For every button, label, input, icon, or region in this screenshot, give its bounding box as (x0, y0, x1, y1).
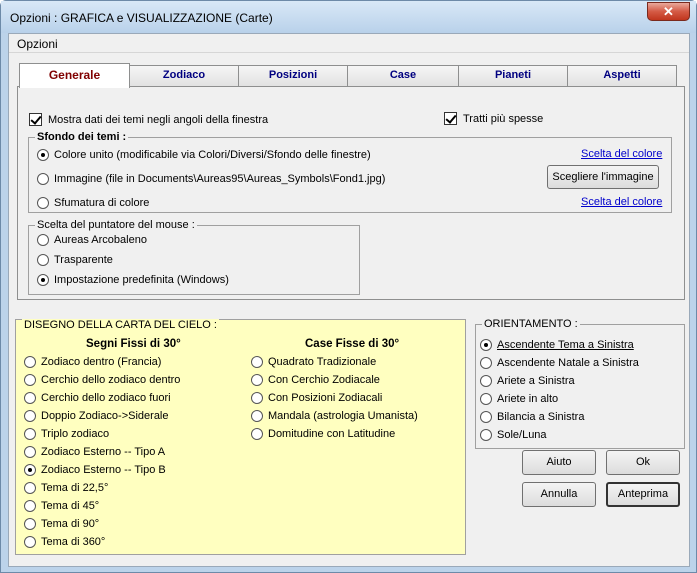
tab-case[interactable]: Case (347, 65, 459, 86)
orient-asc-natal-label: Ascendente Natale a Sinistra (497, 357, 639, 369)
pointer-transparent-radio[interactable] (37, 254, 49, 266)
house-option-label: Quadrato Tradizionale (268, 356, 377, 368)
window-title: Opzioni : GRAFICA e VISUALIZZAZIONE (Car… (10, 11, 273, 25)
sign-option-label: Zodiaco dentro (Francia) (41, 356, 162, 368)
bg-image-radio[interactable] (37, 173, 49, 185)
sign-option-radio[interactable] (24, 500, 36, 512)
sign-option-label: Zodiaco Esterno -- Tipo B (41, 464, 166, 476)
bg-image-label: Immagine (file in Documents\Aureas95\Aur… (54, 173, 386, 185)
menu-opzioni[interactable]: Opzioni (17, 37, 58, 51)
options-window: Opzioni : GRAFICA e VISUALIZZAZIONE (Car… (0, 0, 697, 573)
orient-asc-theme-label: Ascendente Tema a Sinistra (497, 339, 634, 351)
title-bar[interactable]: Opzioni : GRAFICA e VISUALIZZAZIONE (Car… (1, 1, 696, 33)
orient-libra-left-label: Bilancia a Sinistra (497, 411, 585, 423)
sign-option-label: Cerchio dello zodiaco fuori (41, 392, 171, 404)
orientation-group: ORIENTAMENTO : Ascendente Tema a Sinistr… (475, 318, 685, 449)
bg-gradient-radio[interactable] (37, 197, 49, 209)
tab-generale[interactable]: Generale (19, 63, 130, 88)
orient-libra-left-radio[interactable] (480, 411, 492, 423)
signs-header: Segni Fissi di 30° (86, 338, 181, 350)
pointer-rainbow-radio[interactable] (37, 234, 49, 246)
choose-image-button[interactable]: Scegliere l'immagine (547, 165, 659, 189)
close-icon: ✕ (663, 4, 674, 19)
tab-posizioni[interactable]: Posizioni (238, 65, 348, 86)
orient-aries-left-label: Ariete a Sinistra (497, 375, 575, 387)
tab-strip: Generale Zodiaco Posizioni Case Pianeti … (17, 63, 685, 88)
orient-sun-moon-radio[interactable] (480, 429, 492, 441)
sign-option-label: Tema di 360° (41, 536, 106, 548)
bg-gradient-color-link[interactable]: Scelta del colore (581, 196, 662, 208)
preview-button[interactable]: Anteprima (606, 482, 680, 507)
tab-zodiaco[interactable]: Zodiaco (129, 65, 239, 86)
sign-option-radio[interactable] (24, 482, 36, 494)
house-option-label: Domitudine con Latitudine (268, 428, 396, 440)
tab-aspetti[interactable]: Aspetti (567, 65, 677, 86)
house-option-radio[interactable] (251, 428, 263, 440)
pointer-rainbow-label: Aureas Arcobaleno (54, 234, 147, 246)
sign-option-label: Tema di 45° (41, 500, 100, 512)
menu-bar: Opzioni (9, 34, 689, 53)
pointer-group-title: Scelta del puntatore del mouse : (35, 219, 197, 231)
orient-sun-moon-label: Sole/Luna (497, 429, 547, 441)
sign-option-label: Tema di 22,5° (41, 482, 109, 494)
ok-button[interactable]: Ok (606, 450, 680, 475)
sign-option-radio[interactable] (24, 464, 36, 476)
pointer-transparent-label: Trasparente (54, 254, 113, 266)
tab-panel-generale: Mostra dati dei temi negli angoli della … (17, 86, 685, 300)
orient-asc-natal-radio[interactable] (480, 357, 492, 369)
sign-option-radio[interactable] (24, 410, 36, 422)
bg-solid-label: Colore unito (modificabile via Colori/Di… (54, 149, 371, 161)
houses-header: Case Fisse di 30° (305, 338, 400, 350)
sign-option-radio[interactable] (24, 536, 36, 548)
thick-lines-label: Tratti più spesse (463, 113, 544, 125)
sign-option-radio[interactable] (24, 374, 36, 386)
pointer-group: Scelta del puntatore del mouse : Aureas … (28, 219, 360, 295)
house-option-radio[interactable] (251, 392, 263, 404)
sign-option-radio[interactable] (24, 356, 36, 368)
sign-option-label: Tema di 90° (41, 518, 100, 530)
bg-solid-radio[interactable] (37, 149, 49, 161)
house-option-radio[interactable] (251, 374, 263, 386)
sign-option-radio[interactable] (24, 518, 36, 530)
house-option-label: Con Cerchio Zodiacale (268, 374, 380, 386)
sign-option-label: Cerchio dello zodiaco dentro (41, 374, 181, 386)
show-data-checkbox[interactable] (29, 113, 42, 126)
chart-drawing-title: DISEGNO DELLA CARTA DEL CIELO : (22, 319, 219, 331)
orient-aries-left-radio[interactable] (480, 375, 492, 387)
tab-pianeti[interactable]: Pianeti (458, 65, 568, 86)
pointer-default-radio[interactable] (37, 274, 49, 286)
orient-aries-top-label: Ariete in alto (497, 393, 559, 405)
thick-lines-checkbox[interactable] (444, 112, 457, 125)
background-group: Sfondo dei temi : Colore unito (modifica… (28, 131, 672, 213)
orient-aries-top-radio[interactable] (480, 393, 492, 405)
pointer-default-label: Impostazione predefinita (Windows) (54, 274, 229, 286)
sign-option-label: Triplo zodiaco (41, 428, 110, 440)
bg-gradient-label: Sfumatura di colore (54, 197, 150, 209)
client-area: Opzioni Generale Zodiaco Posizioni Case … (8, 33, 690, 567)
orient-asc-theme-radio[interactable] (480, 339, 492, 351)
sign-option-radio[interactable] (24, 446, 36, 458)
chart-drawing-group: DISEGNO DELLA CARTA DEL CIELO : Segni Fi… (15, 319, 466, 555)
cancel-button[interactable]: Annulla (522, 482, 596, 507)
bg-color-link[interactable]: Scelta del colore (581, 148, 662, 160)
sign-option-label: Doppio Zodiaco->Siderale (41, 410, 169, 422)
sign-option-label: Zodiaco Esterno -- Tipo A (41, 446, 166, 458)
house-option-label: Mandala (astrologia Umanista) (268, 410, 418, 422)
help-button[interactable]: Aiuto (522, 450, 596, 475)
sign-option-radio[interactable] (24, 428, 36, 440)
show-data-label: Mostra dati dei temi negli angoli della … (48, 114, 269, 126)
house-option-radio[interactable] (251, 410, 263, 422)
house-option-label: Con Posizioni Zodiacali (268, 392, 383, 404)
house-option-radio[interactable] (251, 356, 263, 368)
close-button[interactable]: ✕ (647, 2, 690, 21)
sign-option-radio[interactable] (24, 392, 36, 404)
background-group-title: Sfondo dei temi : (35, 131, 129, 143)
orientation-title: ORIENTAMENTO : (482, 318, 580, 330)
